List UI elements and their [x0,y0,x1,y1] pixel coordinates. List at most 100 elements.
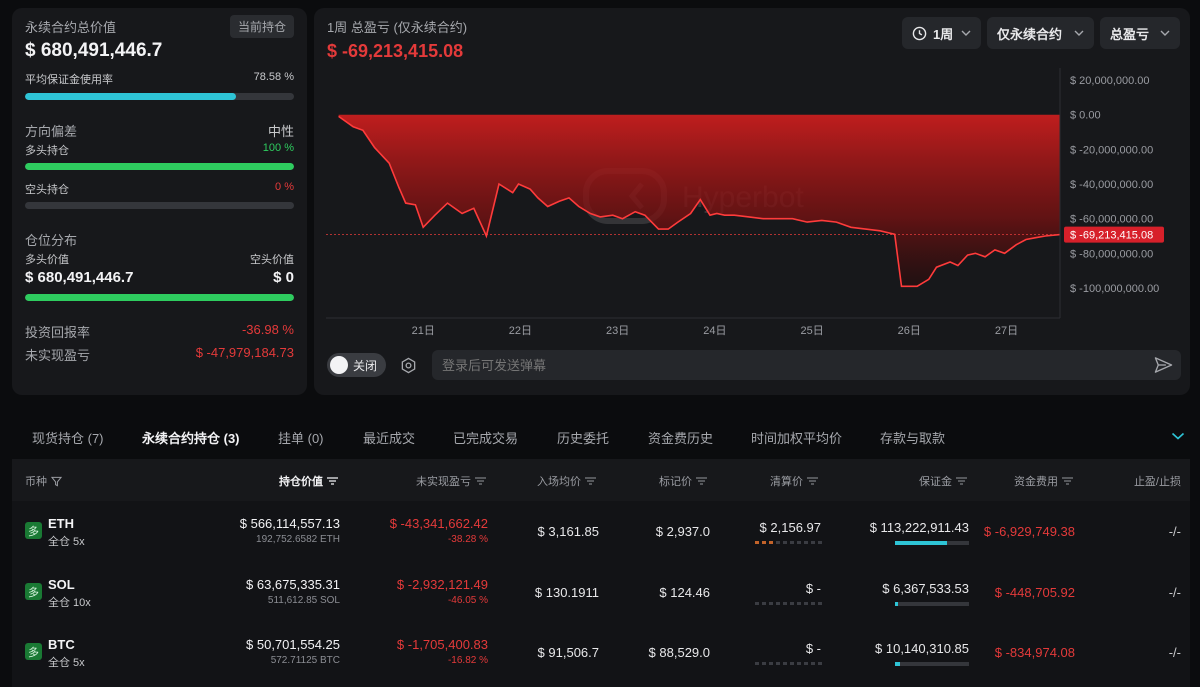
sort-icon[interactable] [956,477,967,485]
liq-price: $ - [805,641,821,656]
header-funding[interactable]: 资金费用 [1014,473,1073,489]
pnl-area-chart: Hyperbot $ 20,000,000.00$ 0.00$ -20,000,… [326,68,1164,337]
sort-icon[interactable] [585,477,596,485]
filter-icon[interactable] [51,476,62,487]
x-tick-label: 25日 [800,325,823,337]
liq-risk-indicator [755,541,822,544]
bias-title: 方向偏差 [25,124,78,139]
position-value: $ 566,114,557.13 [239,516,340,531]
y-axis: $ 20,000,000.00 $ 0.00 $ -20,000,000.00 $ -… [1070,75,1159,295]
x-tick-label: 22日 [509,325,532,337]
sort-icon[interactable] [327,477,338,485]
x-tick-label: 23日 [606,325,629,337]
position-value: $ 63,675,335.31 [246,577,340,592]
tab-1[interactable]: 永续合约持仓 (3) [142,428,240,447]
long-value-label: 多头价值 [25,254,69,266]
danmaku-toggle[interactable]: 关闭 [327,353,386,377]
x-tick-label: 24日 [703,325,726,337]
tab-0[interactable]: 现货持仓 (7) [32,428,104,447]
distribution-title: 仓位分布 [25,233,78,248]
y-tick-label: $ -20,000,000.00 [1070,144,1153,156]
collapse-chevron-icon[interactable] [1171,431,1185,441]
tab-4[interactable]: 已完成交易 [453,428,518,447]
tpsl-value[interactable]: -/- [1169,524,1181,539]
header-liq-price[interactable]: 清算价 [770,473,818,489]
margin-usage-label: 平均保证金使用率 [25,74,113,86]
long-value: $ 680,491,446.7 [25,269,134,286]
settings-hex-icon[interactable] [400,357,417,374]
tab-7[interactable]: 时间加权平均价 [751,428,842,447]
sort-icon[interactable] [475,477,486,485]
tab-2[interactable]: 挂单 (0) [278,428,324,447]
coin-symbol[interactable]: BTC [48,637,75,652]
tab-3[interactable]: 最近成交 [363,428,415,447]
short-position-label: 空头持仓 [25,184,69,196]
mark-price: $ 124.46 [659,585,710,600]
margin-value: $ 10,140,310.85 [875,641,969,656]
margin-bar [895,541,969,545]
current-positions-button[interactable]: 当前持仓 [230,15,295,38]
position-size: 192,752.6582 ETH [256,534,340,545]
short-position-bar [25,202,294,209]
sort-icon[interactable] [807,477,818,485]
y-tick-label: $ -80,000,000.00 [1070,248,1153,260]
header-unrealized-pnl[interactable]: 未实现盈亏 [416,473,486,489]
margin-bar [895,662,969,666]
header-position-value[interactable]: 持仓价值 [279,473,338,489]
y-tick-label: $ -100,000,000.00 [1070,283,1159,295]
tab-5[interactable]: 历史委托 [557,428,609,447]
coin-symbol[interactable]: SOL [48,577,75,592]
long-tag: 多 [25,522,42,539]
tpsl-value[interactable]: -/- [1169,585,1181,600]
liq-risk-indicator [755,602,822,605]
tab-8[interactable]: 存款与取款 [880,428,945,447]
position-size: 511,612.85 SOL [267,595,340,606]
unrealized-pnl-pct: -16.82 % [447,655,488,666]
entry-price: $ 91,506.7 [537,645,599,660]
danmaku-toggle-label: 关闭 [353,358,378,373]
margin-bar [895,602,969,606]
header-coin[interactable]: 币种 [25,473,62,489]
mark-price: $ 88,529.0 [648,645,710,660]
unrealized-pnl-value: $ -47,979,184.73 [195,345,294,360]
sort-icon[interactable] [1062,477,1073,485]
header-entry-price[interactable]: 入场均价 [537,473,596,489]
roi-label: 投资回报率 [25,325,91,340]
unrealized-pnl-label: 未实现盈亏 [25,348,91,363]
funding-fee: $ -834,974.08 [994,645,1075,660]
sort-icon[interactable] [696,477,707,485]
bias-value: 中性 [267,124,294,139]
total-value-label: 永续合约总价值 [25,20,117,35]
y-tick-label: $ 0.00 [1070,110,1101,122]
margin-mode: 全仓 10x [48,597,91,609]
total-value: $ 680,491,446.7 [25,40,163,61]
send-icon[interactable] [1154,356,1173,374]
tab-6[interactable]: 资金费历史 [648,428,713,447]
coin-symbol[interactable]: ETH [48,516,74,531]
long-position-bar [25,163,294,170]
margin-value: $ 6,367,533.53 [882,581,969,596]
x-axis: 21日 22日 23日 24日 25日 26日 27日 [412,325,1019,337]
header-label: 未实现盈亏 [416,476,471,488]
danmaku-input[interactable] [432,350,1132,380]
x-tick-label: 21日 [412,325,435,337]
y-tick-label: $ 20,000,000.00 [1070,75,1150,87]
header-mark-price[interactable]: 标记价 [659,473,707,489]
header-label: 保证金 [919,476,952,488]
entry-price: $ 130.1911 [534,585,599,600]
entry-price: $ 3,161.85 [537,524,599,539]
toggle-knob [330,356,348,374]
y-tick-label: $ -60,000,000.00 [1070,214,1153,226]
unrealized-pnl: $ -2,932,121.49 [396,577,488,592]
tpsl-value[interactable]: -/- [1169,645,1181,660]
header-margin[interactable]: 保证金 [919,473,967,489]
funding-fee: $ -6,929,749.38 [983,524,1075,539]
header-label: 币种 [25,476,47,488]
header-tpsl: 止盈/止损 [1134,473,1181,489]
y-tick-label: $ -40,000,000.00 [1070,179,1153,191]
header-label: 资金费用 [1014,476,1058,488]
unrealized-pnl: $ -1,705,400.83 [396,637,488,652]
mark-price: $ 2,937.0 [655,524,710,539]
position-size: 572.71125 BTC [270,655,340,666]
liq-price: $ 2,156.97 [759,520,821,535]
